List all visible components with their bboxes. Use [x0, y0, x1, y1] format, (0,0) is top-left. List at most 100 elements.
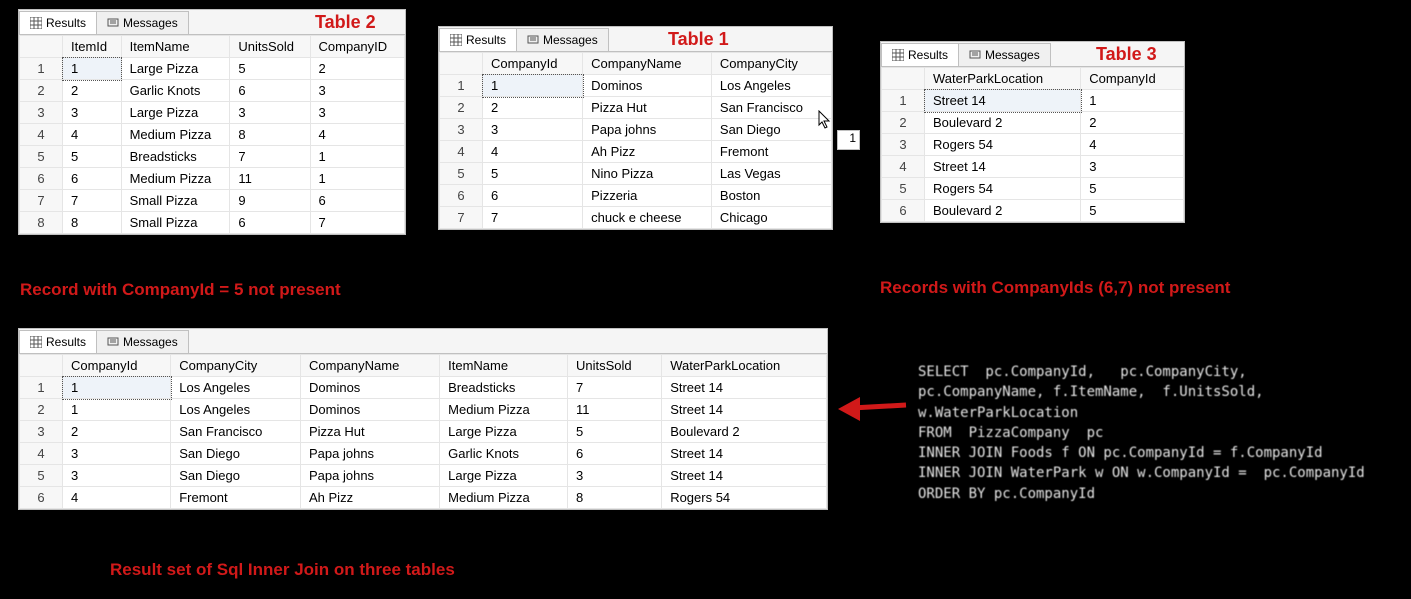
cell[interactable]: 3	[310, 80, 404, 102]
col-header[interactable]: ItemId	[63, 36, 122, 58]
cell[interactable]: 2	[1081, 112, 1184, 134]
cell[interactable]: Medium Pizza	[440, 399, 568, 421]
cell[interactable]: Chicago	[711, 207, 831, 229]
table-row[interactable]: 77chuck e cheeseChicago	[440, 207, 832, 229]
cell[interactable]: Boulevard 2	[925, 112, 1081, 134]
row-number[interactable]: 6	[882, 200, 925, 222]
table-row[interactable]: 5Rogers 545	[882, 178, 1184, 200]
cell[interactable]: Small Pizza	[121, 190, 230, 212]
cell[interactable]: 1	[310, 168, 404, 190]
cell[interactable]: 3	[568, 465, 662, 487]
cell[interactable]: 1	[63, 399, 171, 421]
row-number[interactable]: 1	[20, 58, 63, 80]
cell[interactable]: Breadsticks	[121, 146, 230, 168]
cell[interactable]: 6	[483, 185, 583, 207]
cell[interactable]: 3	[483, 119, 583, 141]
cell[interactable]: San Diego	[171, 465, 301, 487]
cell[interactable]: Dominos	[301, 399, 440, 421]
cell[interactable]: 6	[63, 168, 122, 190]
cell[interactable]: 2	[63, 80, 122, 102]
cell[interactable]: Los Angeles	[171, 399, 301, 421]
grid-table2[interactable]: ItemId ItemName UnitsSold CompanyID 11La…	[19, 35, 405, 234]
row-number[interactable]: 3	[882, 134, 925, 156]
cell[interactable]: Fremont	[171, 487, 301, 509]
row-number[interactable]: 1	[20, 377, 63, 399]
table-row[interactable]: 88Small Pizza67	[20, 212, 405, 234]
tab-messages[interactable]: Messages	[958, 43, 1051, 66]
col-header[interactable]: WaterParkLocation	[925, 68, 1081, 90]
cell[interactable]: 8	[568, 487, 662, 509]
row-number[interactable]: 2	[440, 97, 483, 119]
col-header[interactable]: CompanyId	[483, 53, 583, 75]
cell[interactable]: 5	[1081, 200, 1184, 222]
cell[interactable]: 7	[230, 146, 310, 168]
cell[interactable]: chuck e cheese	[583, 207, 712, 229]
cell[interactable]: Street 14	[662, 465, 827, 487]
cell[interactable]: Nino Pizza	[583, 163, 712, 185]
row-number[interactable]: 3	[440, 119, 483, 141]
cell[interactable]: Street 14	[662, 399, 827, 421]
tab-messages[interactable]: Messages	[96, 11, 189, 34]
table-row[interactable]: 22Garlic Knots63	[20, 80, 405, 102]
tab-results[interactable]: Results	[439, 28, 517, 51]
cell[interactable]: Papa johns	[301, 443, 440, 465]
table-row[interactable]: 33Papa johnsSan Diego	[440, 119, 832, 141]
cell[interactable]: Large Pizza	[121, 58, 230, 80]
row-number[interactable]: 3	[20, 102, 63, 124]
cell[interactable]: Papa johns	[301, 465, 440, 487]
row-number[interactable]: 4	[20, 443, 63, 465]
cell[interactable]: 4	[1081, 134, 1184, 156]
cell[interactable]: Garlic Knots	[440, 443, 568, 465]
cell[interactable]: Boulevard 2	[662, 421, 827, 443]
row-number[interactable]: 2	[20, 80, 63, 102]
cell[interactable]: 2	[483, 97, 583, 119]
cell[interactable]: 5	[568, 421, 662, 443]
cell[interactable]: 1	[63, 377, 171, 399]
cell[interactable]: 6	[568, 443, 662, 465]
col-header[interactable]: UnitsSold	[568, 355, 662, 377]
cell[interactable]: 6	[310, 190, 404, 212]
cell[interactable]: 7	[568, 377, 662, 399]
table-row[interactable]: 2Boulevard 22	[882, 112, 1184, 134]
tab-results[interactable]: Results	[19, 11, 97, 34]
cell[interactable]: Rogers 54	[662, 487, 827, 509]
row-number[interactable]: 4	[20, 124, 63, 146]
tab-messages[interactable]: Messages	[516, 28, 609, 51]
col-header[interactable]: ItemName	[440, 355, 568, 377]
table-row[interactable]: 44Medium Pizza84	[20, 124, 405, 146]
col-header[interactable]: CompanyId	[63, 355, 171, 377]
cell[interactable]: San Francisco	[171, 421, 301, 443]
cell[interactable]: Boston	[711, 185, 831, 207]
row-number[interactable]: 5	[20, 465, 63, 487]
cell[interactable]: 4	[63, 124, 122, 146]
row-number[interactable]: 7	[20, 190, 63, 212]
row-number[interactable]: 3	[20, 421, 63, 443]
cell[interactable]: Street 14	[925, 156, 1081, 178]
cell[interactable]: 1	[483, 75, 583, 97]
table-row[interactable]: 4Street 143	[882, 156, 1184, 178]
cell[interactable]: Medium Pizza	[440, 487, 568, 509]
cell[interactable]: 2	[310, 58, 404, 80]
cell[interactable]: 3	[63, 465, 171, 487]
cell[interactable]: Pizza Hut	[583, 97, 712, 119]
cell[interactable]: 3	[63, 443, 171, 465]
cell[interactable]: 1	[63, 58, 122, 80]
row-number[interactable]: 4	[440, 141, 483, 163]
cell[interactable]: Medium Pizza	[121, 168, 230, 190]
cell[interactable]: 4	[310, 124, 404, 146]
cell[interactable]: 5	[1081, 178, 1184, 200]
cell[interactable]: Boulevard 2	[925, 200, 1081, 222]
cell[interactable]: Fremont	[711, 141, 831, 163]
cell[interactable]: 3	[63, 102, 122, 124]
cell[interactable]: 3	[310, 102, 404, 124]
cell[interactable]: 3	[230, 102, 310, 124]
table-row[interactable]: 53San DiegoPapa johnsLarge Pizza3Street …	[20, 465, 827, 487]
cell[interactable]: 11	[230, 168, 310, 190]
row-number[interactable]: 7	[440, 207, 483, 229]
col-header[interactable]: CompanyCity	[711, 53, 831, 75]
cell[interactable]: 5	[230, 58, 310, 80]
cell[interactable]: Papa johns	[583, 119, 712, 141]
table-row[interactable]: 22Pizza HutSan Francisco	[440, 97, 832, 119]
row-number[interactable]: 6	[20, 168, 63, 190]
cell[interactable]: 7	[63, 190, 122, 212]
